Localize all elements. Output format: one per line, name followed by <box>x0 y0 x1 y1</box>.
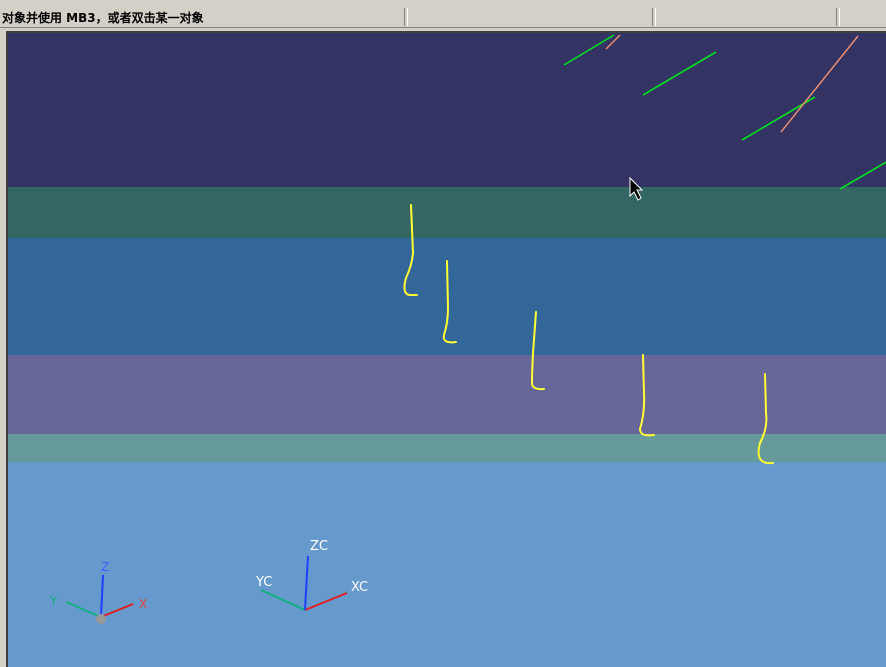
band-light-blue <box>8 462 886 667</box>
xc-label: XC <box>351 580 368 595</box>
viewport-canvas[interactable]: XC YC ZC X Y Z <box>8 33 886 667</box>
yc-label: YC <box>255 575 272 590</box>
x-label: X <box>139 597 147 611</box>
status-divider <box>652 8 656 26</box>
status-bar: 对象并使用 MB3，或者双击某一对象 <box>0 6 886 28</box>
zc-label: ZC <box>310 539 328 554</box>
triad-origin <box>96 614 106 624</box>
band-teal <box>8 187 886 238</box>
z-label: Z <box>101 560 109 574</box>
status-divider <box>404 8 408 26</box>
y-label: Y <box>49 594 58 608</box>
band-purple <box>8 355 886 434</box>
band-dark-navy <box>8 33 886 187</box>
band-sage <box>8 434 886 462</box>
status-divider <box>836 8 840 26</box>
status-prompt: 对象并使用 MB3，或者双击某一对象 <box>2 11 204 25</box>
graphics-viewport[interactable]: XC YC ZC X Y Z <box>6 31 886 667</box>
